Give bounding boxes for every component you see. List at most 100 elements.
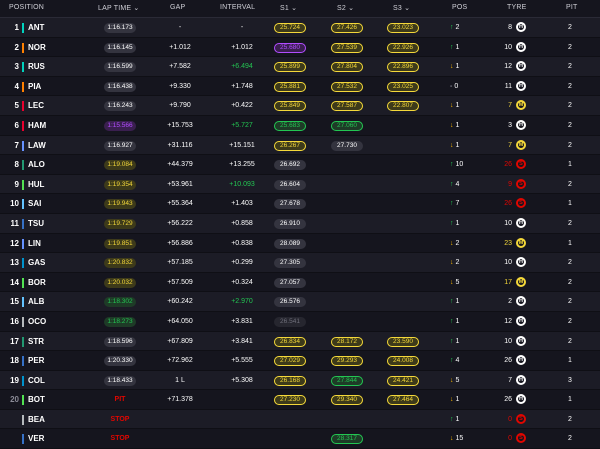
- position-number: 15: [10, 297, 19, 307]
- driver-code[interactable]: STR: [28, 336, 44, 347]
- header-interval[interactable]: INTERVAL: [220, 4, 255, 11]
- position-number: 2: [14, 42, 19, 52]
- arrow-up-icon: ↑: [450, 200, 454, 208]
- sector-1: 25.724: [274, 23, 306, 33]
- pit-stops: 2: [568, 141, 572, 149]
- position-change-value: 5: [455, 376, 460, 384]
- interval-value: +5.555: [231, 357, 253, 365]
- header-s3[interactable]: S3 ⌄: [393, 4, 410, 12]
- table-row[interactable]: 4 PIA 1:16.438 +9.330 +1.748 25.881 27.532 23.0…: [0, 76, 600, 97]
- driver-code[interactable]: HAM: [28, 120, 46, 131]
- header-gap[interactable]: GAP: [170, 4, 185, 11]
- driver-code[interactable]: HUL: [28, 179, 44, 190]
- sector-3: 27.464: [387, 395, 419, 406]
- table-row[interactable]: 19 COL 1:18.433 1 L +5.308 26.168 27.844 24.421…: [0, 370, 600, 391]
- header-position[interactable]: POSITION: [9, 4, 44, 11]
- table-row[interactable]: 15 ALB 1:18.302 +60.242 +2.970 26.576 ↑ 1 2 H 2: [0, 292, 600, 312]
- pit-stops: 1: [568, 239, 572, 247]
- position-number: 8: [14, 160, 19, 170]
- lap-time: 1:16.173: [104, 23, 136, 33]
- table-row[interactable]: VER STOP 28.317 ↓ 15 0 S 2: [0, 429, 600, 449]
- sector-3: 23.025: [387, 81, 419, 92]
- lap-time: 1:19.084: [104, 160, 136, 171]
- position-change-value: 1: [455, 63, 460, 71]
- sector-1: 27.029: [274, 356, 306, 367]
- tyre-laps: 10: [504, 337, 512, 345]
- driver-code[interactable]: COL: [28, 375, 45, 386]
- table-row[interactable]: 2 NOR 1:16.145 +1.012 +1.012 25.680 27.539 22.9…: [0, 37, 600, 58]
- header-pit[interactable]: PIT: [566, 4, 578, 11]
- tyre-compound-icon: H: [516, 296, 526, 307]
- table-row[interactable]: 20 BOT PIT +71.378 27.230 29.340 27.464 ↓ 1 26 H 1: [0, 390, 600, 410]
- table-row[interactable]: 5 LEC 1:16.243 +9.790 +0.422 25.849 27.587 22.8…: [0, 96, 600, 116]
- position-change-value: 1: [455, 219, 460, 227]
- driver-code[interactable]: ANT: [28, 22, 44, 33]
- position-change-value: 4: [455, 357, 460, 365]
- sector-1: 28.089: [274, 238, 306, 249]
- driver-code[interactable]: NOR: [28, 42, 46, 53]
- driver-code[interactable]: LIN: [28, 238, 41, 249]
- header-tyre[interactable]: TYRE: [507, 4, 526, 11]
- table-row[interactable]: 13 GAS 1:20.832 +57.185 +0.299 27.305 ↓ 2 10 H 2: [0, 253, 600, 273]
- lap-time: 1:18.273: [104, 316, 136, 327]
- team-color-bar: [22, 395, 24, 406]
- gap-value: +55.364: [167, 200, 193, 208]
- table-row[interactable]: 7 LAW 1:16.927 +31.116 +15.151 26.267 27.730 ↓ 1…: [0, 135, 600, 156]
- driver-code[interactable]: RUS: [28, 61, 45, 72]
- driver-code[interactable]: LEC: [28, 100, 44, 111]
- tyre-compound-icon: H: [516, 61, 526, 72]
- position-change-value: 7: [455, 200, 460, 208]
- lap-time: PIT: [114, 396, 126, 404]
- table-row[interactable]: 10 SAI 1:19.943 +55.364 +1.403 27.678 ↑ 7 26 S 1: [0, 194, 600, 214]
- driver-code[interactable]: SAI: [28, 198, 41, 209]
- position-change-value: 1: [455, 141, 460, 149]
- driver-code[interactable]: BEA: [28, 414, 45, 425]
- table-row[interactable]: 16 OCO 1:18.273 +64.050 +3.831 26.541 ↑ 1 12 H 2: [0, 311, 600, 332]
- table-row[interactable]: 17 STR 1:18.596 +67.809 +3.841 26.834 28.172 23…: [0, 331, 600, 352]
- gap-value: +64.050: [167, 317, 193, 325]
- driver-code[interactable]: LAW: [28, 140, 46, 151]
- table-row[interactable]: 14 BOR 1:20.032 +57.509 +0.324 27.057 ↓ 5 17 M 2: [0, 272, 600, 293]
- driver-code[interactable]: ALO: [28, 159, 45, 170]
- header-pos[interactable]: POS: [452, 4, 467, 11]
- position-change: ↓ 15: [450, 433, 476, 444]
- driver-code[interactable]: VER: [28, 433, 44, 444]
- table-row[interactable]: 6 HAM 1:15.566 +15.753 +5.727 25.683 27.060 ↓ 1 3…: [0, 115, 600, 136]
- driver-code[interactable]: TSU: [28, 218, 44, 229]
- table-row[interactable]: 3 RUS 1:16.599 +7.582 +6.494 25.899 27.804 22.8…: [0, 57, 600, 77]
- dash-icon: -: [450, 82, 453, 90]
- tyre-laps: 26: [504, 357, 512, 365]
- tyre-compound-icon: M: [516, 139, 526, 150]
- interval-value: +13.255: [229, 161, 255, 169]
- header-s2[interactable]: S2 ⌄: [337, 4, 354, 12]
- driver-code[interactable]: OCO: [28, 316, 46, 327]
- table-row[interactable]: 12 LIN 1:19.851 +56.886 +0.838 28.089 ↓ 2 23 M 1: [0, 233, 600, 254]
- position-number: 14: [10, 277, 19, 287]
- tyre-compound-icon: H: [516, 374, 526, 385]
- table-row[interactable]: 9 HUL 1:19.354 +53.961 +10.093 26.604 ↑ 4 9 S 2: [0, 174, 600, 195]
- table-row[interactable]: 18 PER 1:20.330 +72.962 +5.555 27.029 29.293 24…: [0, 351, 600, 371]
- driver-code[interactable]: BOT: [28, 394, 45, 405]
- driver-code[interactable]: ALB: [28, 296, 44, 307]
- pit-stops: 1: [568, 357, 572, 365]
- interval-value: +0.324: [231, 278, 253, 286]
- driver-code[interactable]: BOR: [28, 277, 46, 288]
- team-color-bar: [22, 120, 24, 131]
- header-lap-time[interactable]: LAP TIME ⌄: [98, 4, 139, 12]
- position-change: ↑ 1: [450, 414, 476, 425]
- table-row[interactable]: 8 ALO 1:19.084 +44.379 +13.255 26.692 ↑ 10 26 S 1: [0, 155, 600, 175]
- gap-value: 1 L: [175, 376, 185, 384]
- table-row[interactable]: 11 TSU 1:19.729 +56.222 +0.858 26.910 ↑ 1 10 H 2: [0, 213, 600, 234]
- tyre-laps: 0: [508, 435, 512, 443]
- driver-code[interactable]: PIA: [28, 81, 41, 92]
- position-change-value: 1: [455, 43, 460, 51]
- sector-1: 26.576: [274, 297, 306, 308]
- team-color-bar: [22, 375, 24, 386]
- table-row[interactable]: BEA STOP ↑ 1 0 S 2: [0, 409, 600, 430]
- table-row[interactable]: 1 ANT 1:16.173- -25.724 27.426 23.023 ↑ 2 8 H 2: [0, 18, 600, 38]
- position-number: 6: [14, 120, 19, 130]
- driver-code[interactable]: GAS: [28, 257, 45, 268]
- tyre-laps: 10: [504, 259, 512, 267]
- header-s1[interactable]: S1 ⌄: [280, 4, 297, 12]
- driver-code[interactable]: PER: [28, 355, 44, 366]
